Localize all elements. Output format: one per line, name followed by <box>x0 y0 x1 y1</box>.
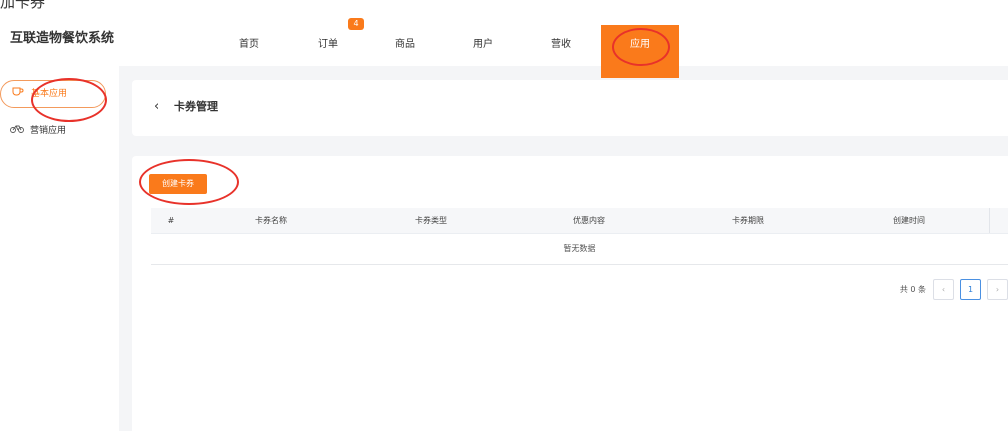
page-number-current[interactable]: 1 <box>960 279 981 300</box>
nav-item-label: 用户 <box>473 39 493 50</box>
total-count-text: 共 0 条 <box>899 285 926 294</box>
top-navigation-bar: 互联造物餐饮系统 首页 订单 4 商品 用户 营收 应用 <box>0 12 1008 78</box>
nav-item-label: 订单 <box>318 39 338 50</box>
back-arrow-icon[interactable]: ‹ <box>154 80 159 134</box>
column-header-name: 卡券名称 <box>255 216 287 225</box>
bicycle-icon <box>10 118 24 144</box>
page-header-card: ‹ 卡券管理 <box>132 80 1008 136</box>
nav-item-revenue[interactable]: 营收 <box>542 25 580 79</box>
coupon-table: # 卡券名称 卡券类型 优惠内容 卡券期限 创建时间 暂无数据 <box>151 208 1008 265</box>
sidebar-item-label: 基本应用 <box>31 89 68 99</box>
sidebar: 基本应用 营销应用 <box>0 66 119 431</box>
column-header-discount: 优惠内容 <box>573 216 605 225</box>
coupon-list-card: 创建卡券 # 卡券名称 卡券类型 优惠内容 卡券期限 创建时间 暂无数据 共 0… <box>132 156 1008 431</box>
column-header-index: # <box>167 216 175 225</box>
orders-count-badge: 4 <box>348 18 364 30</box>
page-title: 卡券管理 <box>174 100 218 113</box>
nav-item-orders[interactable]: 订单 <box>309 25 347 79</box>
nav-item-label: 应用 <box>630 39 650 50</box>
empty-state-text: 暂无数据 <box>151 234 1008 265</box>
nav-item-label: 商品 <box>395 39 415 50</box>
pagination: 共 0 条 ‹ 1 › <box>828 279 1008 301</box>
nav-item-label: 营收 <box>551 39 571 50</box>
sidebar-item-label: 营销应用 <box>30 126 67 136</box>
column-header-type: 卡券类型 <box>415 216 447 225</box>
next-page-button[interactable]: › <box>987 279 1008 300</box>
sidebar-item-marketing-apps[interactable]: 营销应用 <box>0 118 104 144</box>
nav-item-apps[interactable]: 应用 <box>601 25 679 78</box>
column-header-created: 创建时间 <box>893 216 925 225</box>
create-coupon-button[interactable]: 创建卡券 <box>149 174 207 194</box>
nav-item-label: 首页 <box>239 39 259 50</box>
caption-text: 加卡券 <box>0 0 1008 12</box>
column-header-validity: 卡券期限 <box>732 216 764 225</box>
sidebar-item-basic-apps[interactable]: 基本应用 <box>0 80 106 108</box>
table-scroll-gutter <box>989 208 1008 233</box>
nav-item-home[interactable]: 首页 <box>230 25 268 79</box>
nav-item-products[interactable]: 商品 <box>386 25 424 79</box>
cup-icon <box>11 81 25 107</box>
nav-item-users[interactable]: 用户 <box>464 25 502 79</box>
prev-page-button[interactable]: ‹ <box>933 279 954 300</box>
brand-name: 互联造物餐饮系统 <box>10 31 115 46</box>
table-header: # 卡券名称 卡券类型 优惠内容 卡券期限 创建时间 <box>151 208 1008 234</box>
